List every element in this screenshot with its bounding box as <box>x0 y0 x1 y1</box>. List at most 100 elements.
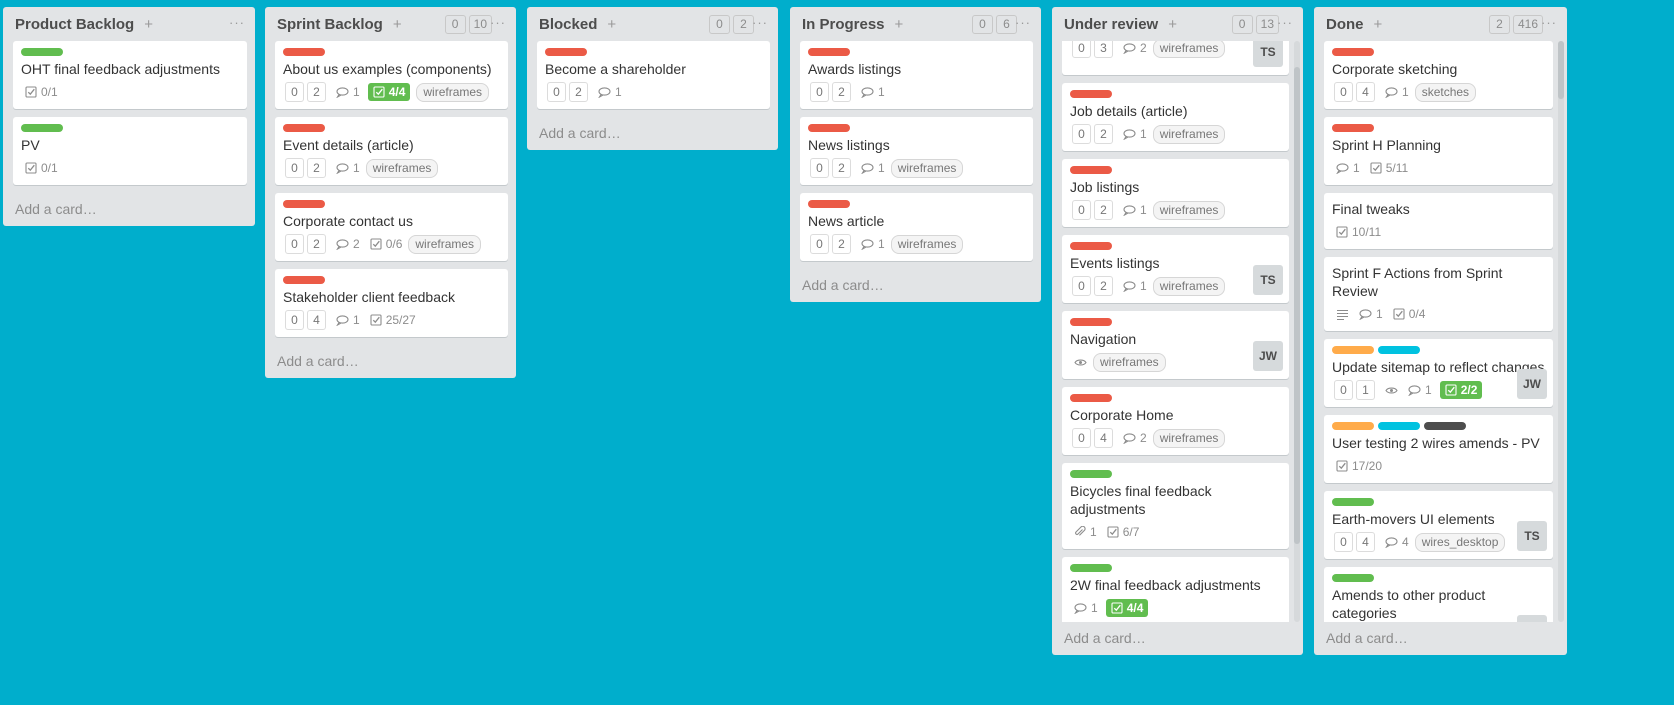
scrollbar[interactable] <box>1294 41 1300 622</box>
member-avatar[interactable]: TS <box>1253 265 1283 295</box>
add-card-button[interactable]: Add a card… <box>265 345 516 378</box>
card-labels <box>1070 242 1281 250</box>
card-tag[interactable]: wireframes <box>890 158 964 178</box>
plus-icon[interactable]: + <box>1168 16 1177 33</box>
estimate-badge: 4 <box>1094 428 1113 448</box>
estimate-badge: 3 <box>1094 41 1113 58</box>
ellipsis-icon[interactable]: ··· <box>490 15 506 30</box>
member-avatar[interactable]: TS <box>1517 615 1547 622</box>
card-tag[interactable]: wires_desktop <box>1414 532 1506 552</box>
card-tag[interactable]: wireframes <box>890 234 964 254</box>
card[interactable]: Become a shareholder 0 2 1 <box>537 41 770 109</box>
comment-icon <box>1359 308 1372 320</box>
card[interactable]: Events listings 0 2 1 wireframes TS <box>1062 235 1289 303</box>
card-tag[interactable]: wireframes <box>365 158 439 178</box>
label-green <box>1332 574 1374 582</box>
list-title[interactable]: Product Backlog <box>15 16 134 33</box>
label-red <box>283 276 325 284</box>
add-card-button[interactable]: Add a card… <box>790 269 1041 302</box>
scrollbar-thumb[interactable] <box>1558 41 1564 100</box>
card[interactable]: Stakeholder client feedback 0 4 1 25/27 <box>275 269 508 337</box>
card[interactable]: News article 0 2 1 wireframes <box>800 193 1033 261</box>
card[interactable]: OHT final feedback adjustments 0/1 <box>13 41 247 109</box>
card[interactable]: Amends to other product categories14/4TS <box>1324 567 1553 622</box>
comment-count: 2 <box>353 237 360 251</box>
add-card-button[interactable]: Add a card… <box>527 117 778 150</box>
member-avatar[interactable]: JW <box>1253 341 1283 371</box>
label-red <box>1332 124 1374 132</box>
card-tag[interactable]: sketches <box>1414 82 1477 102</box>
list-title[interactable]: Done <box>1326 16 1364 33</box>
scrollbar[interactable] <box>1558 41 1564 622</box>
card[interactable]: Bicycles final feedback adjustments 1 6/7 <box>1062 463 1289 549</box>
member-avatar[interactable]: TS <box>1517 521 1547 551</box>
comment-badge: 1 <box>598 85 622 99</box>
list-title[interactable]: In Progress <box>802 16 885 33</box>
card-tag[interactable]: wireframes <box>1152 200 1226 220</box>
card-labels <box>1332 48 1545 56</box>
ellipsis-icon[interactable]: ··· <box>1015 15 1031 30</box>
list-title[interactable]: Blocked <box>539 16 597 33</box>
card[interactable]: User testing 2 wires amends - PV 17/20 <box>1324 415 1553 483</box>
plus-icon[interactable]: + <box>895 16 904 33</box>
plus-icon[interactable]: + <box>1374 16 1383 33</box>
card[interactable]: Sprint F Actions from Sprint Review 1 0/4 <box>1324 257 1553 331</box>
plus-icon[interactable]: + <box>144 16 153 33</box>
card[interactable]: Corporate sketching 0 4 1 sketches <box>1324 41 1553 109</box>
scrollbar-thumb[interactable] <box>1294 67 1300 544</box>
checklist-icon <box>1393 308 1405 320</box>
member-avatar[interactable]: JW <box>1517 369 1547 399</box>
card[interactable]: News listings 0 2 1 wireframes <box>800 117 1033 185</box>
ellipsis-icon[interactable]: ··· <box>1541 15 1557 30</box>
comment-count: 1 <box>353 161 360 175</box>
card[interactable]: PV 0/1 <box>13 117 247 185</box>
label-orange <box>1332 346 1374 354</box>
ellipsis-icon[interactable]: ··· <box>1277 15 1293 30</box>
card[interactable]: 0 3 2 wireframes TS <box>1062 41 1289 75</box>
card[interactable]: Corporate contact us 0 2 2 0/6 wireframes <box>275 193 508 261</box>
card[interactable]: Update sitemap to reflect changes 0 1 1 2/2 J… <box>1324 339 1553 407</box>
card[interactable]: About us examples (components) 0 2 1 4/4 wire… <box>275 41 508 109</box>
estimate-badge: 4 <box>1356 532 1375 552</box>
card[interactable]: Navigation wireframes JW <box>1062 311 1289 379</box>
card[interactable]: 2W final feedback adjustments 1 4/4 <box>1062 557 1289 622</box>
card[interactable]: Corporate Home 0 4 2 wireframes <box>1062 387 1289 455</box>
card[interactable]: Event details (article) 0 2 1 wireframes <box>275 117 508 185</box>
card-tag[interactable]: wireframes <box>1152 124 1226 144</box>
card-tag[interactable]: wireframes <box>1093 352 1166 372</box>
card-tag[interactable]: wireframes <box>1152 428 1226 448</box>
card-list: About us examples (components) 0 2 1 4/4 wire… <box>265 41 516 345</box>
label-red <box>808 200 850 208</box>
checklist-badge: 25/27 <box>370 313 416 327</box>
checklist-icon <box>373 86 385 98</box>
card-title: Amends to other product categories <box>1332 587 1486 621</box>
card[interactable]: Awards listings 0 2 1 <box>800 41 1033 109</box>
estimate-badge: 0 <box>1072 428 1091 448</box>
checklist-count: 5/11 <box>1385 161 1409 175</box>
card[interactable]: Job details (article) 0 2 1 wireframes <box>1062 83 1289 151</box>
add-card-button[interactable]: Add a card… <box>1314 622 1567 655</box>
estimate-badge: 4 <box>1356 82 1375 102</box>
card-tag[interactable]: wireframes <box>1152 41 1226 58</box>
plus-icon[interactable]: + <box>607 16 616 33</box>
checklist-icon <box>1370 162 1382 174</box>
label-red <box>1070 90 1112 98</box>
plus-icon[interactable]: + <box>393 16 402 33</box>
list-title[interactable]: Sprint Backlog <box>277 16 383 33</box>
ellipsis-icon[interactable]: ··· <box>229 15 245 30</box>
member-avatar[interactable]: TS <box>1253 41 1283 67</box>
list-title[interactable]: Under review <box>1064 16 1158 33</box>
card[interactable]: Job listings 0 2 1 wireframes <box>1062 159 1289 227</box>
card[interactable]: Sprint H Planning 1 5/11 <box>1324 117 1553 185</box>
ellipsis-icon[interactable]: ··· <box>752 15 768 30</box>
add-card-button[interactable]: Add a card… <box>1052 622 1303 655</box>
comment-icon <box>598 86 611 98</box>
card[interactable]: Final tweaks 10/11 <box>1324 193 1553 249</box>
card-tag[interactable]: wireframes <box>416 82 490 102</box>
card-badges: 0 2 1 wireframes <box>283 157 500 179</box>
card-tag[interactable]: wireframes <box>1152 276 1226 296</box>
add-card-button[interactable]: Add a card… <box>3 193 255 226</box>
card[interactable]: Earth-movers UI elements 0 4 4 wires_desktop… <box>1324 491 1553 559</box>
estimate-badge: 0 <box>810 234 829 254</box>
card-tag[interactable]: wireframes <box>408 234 482 254</box>
